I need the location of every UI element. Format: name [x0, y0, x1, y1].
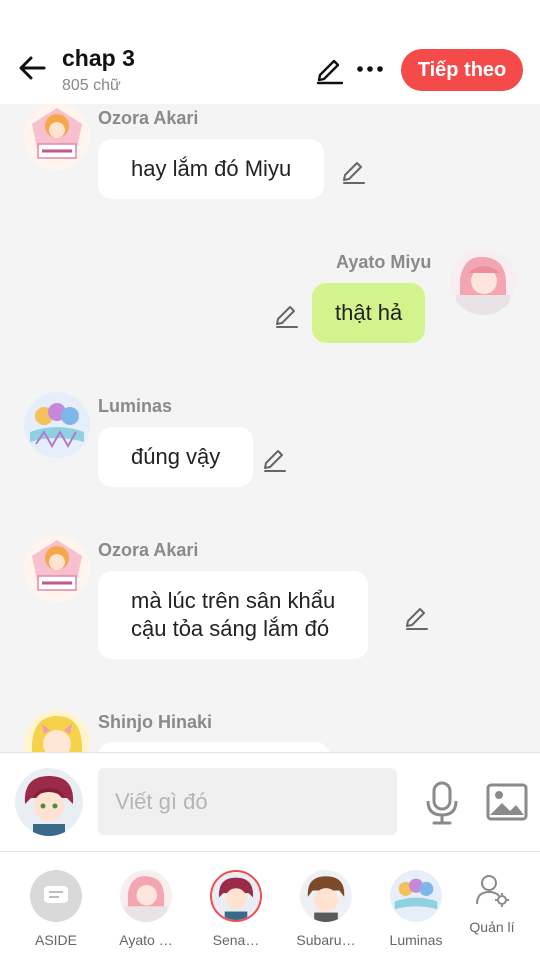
message-bubble[interactable]: đúng vậy: [98, 427, 254, 487]
avatar-ayato-miyu[interactable]: [450, 249, 516, 315]
avatar-luminas[interactable]: [24, 392, 90, 458]
message-input[interactable]: [98, 768, 397, 835]
edit-pencil-icon[interactable]: [403, 602, 431, 630]
manage-label: Quản lí: [469, 919, 515, 935]
message-line: cậu tỏa sáng lắm đó: [131, 616, 330, 641]
character-bar: ASIDE Ayato … Sena… Subaru… Luminas Quản…: [0, 852, 540, 960]
character-item-sena[interactable]: Sena…: [200, 870, 272, 948]
manage-button[interactable]: Quản lí: [456, 872, 528, 935]
message-composer: [0, 752, 540, 852]
top-header: chap 3 805 chữ Tiếp theo: [0, 0, 540, 104]
back-arrow-icon[interactable]: [14, 50, 50, 86]
character-avatar: [390, 870, 442, 922]
edit-pencil-icon[interactable]: [340, 156, 368, 184]
sender-name: Ayato Miyu: [336, 252, 432, 272]
avatar-ozora-akari[interactable]: [24, 536, 90, 602]
current-character-avatar[interactable]: [15, 768, 83, 836]
character-label: ASIDE: [34, 932, 77, 948]
chapter-title: chap 3: [62, 45, 135, 71]
edit-pencil-icon[interactable]: [314, 53, 346, 85]
message-bubble[interactable]: mà lúc trên sân khẩu cậu tỏa sáng lắm đó: [98, 571, 369, 659]
character-item-luminas[interactable]: Luminas: [380, 870, 452, 948]
sender-name: Luminas: [98, 396, 173, 416]
character-item-aside[interactable]: ASIDE: [20, 870, 92, 948]
aside-chat-icon: [30, 870, 82, 922]
character-label: Subaru…: [296, 932, 356, 948]
microphone-icon[interactable]: [424, 781, 460, 825]
character-avatar: [300, 870, 352, 922]
message-line: mà lúc trên sân khẩu: [131, 588, 336, 613]
word-count: 805 chữ: [62, 77, 121, 94]
character-label: Sena…: [212, 932, 260, 948]
edit-pencil-icon[interactable]: [273, 300, 301, 328]
next-chapter-button[interactable]: Tiếp theo: [401, 49, 523, 91]
character-label: Luminas: [389, 932, 443, 948]
image-icon[interactable]: [486, 783, 528, 821]
chat-area[interactable]: Ozora Akari hay lắm đó Miyu Ayato Miyu t…: [0, 104, 540, 752]
character-label: Ayato …: [119, 932, 173, 948]
manage-user-icon: [476, 875, 509, 907]
message-bubble[interactable]: hay lắm đó Miyu: [98, 139, 325, 199]
message-bubble[interactable]: [98, 742, 330, 752]
sender-name: Shinjo Hinaki: [98, 712, 213, 732]
sender-name: Ozora Akari: [98, 108, 199, 128]
character-item-ayato[interactable]: Ayato …: [110, 870, 182, 948]
character-avatar: [210, 870, 262, 922]
character-avatar: [120, 870, 172, 922]
avatar-ozora-akari[interactable]: [24, 104, 90, 170]
sender-name: Ozora Akari: [98, 540, 199, 560]
more-dots-icon[interactable]: [354, 53, 386, 85]
character-item-subaru[interactable]: Subaru…: [290, 870, 362, 948]
edit-pencil-icon[interactable]: [261, 444, 289, 472]
avatar-shinjo-hinaki[interactable]: [24, 710, 90, 752]
message-bubble-mine[interactable]: thật hả: [312, 283, 426, 343]
